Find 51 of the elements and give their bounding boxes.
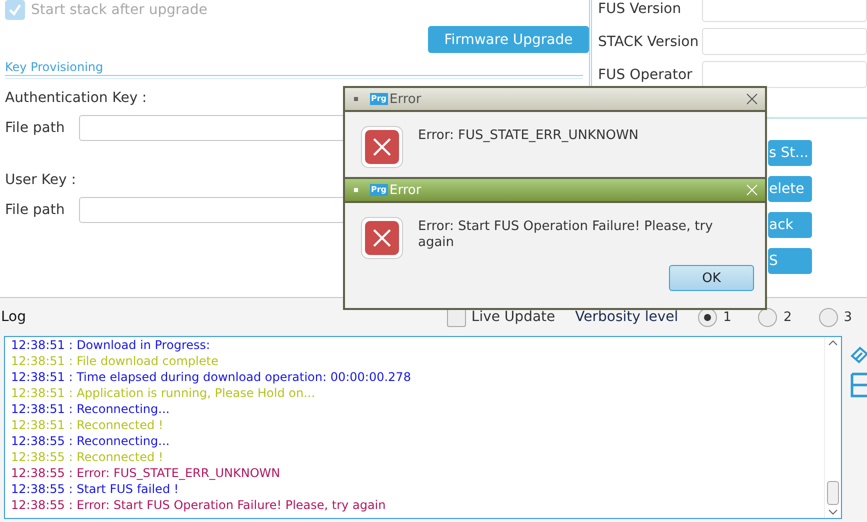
log-line: 12:38:51 : Reconnected ! bbox=[11, 417, 164, 433]
action-button[interactable]: S bbox=[768, 248, 812, 274]
log-line: 12:38:55 : Error: FUS_STATE_ERR_UNKNOWN bbox=[11, 465, 282, 481]
log-line: 12:38:51 : File download complete bbox=[11, 353, 220, 369]
log-line: 12:38:51 : Reconnecting... bbox=[11, 401, 171, 417]
checkmark-icon bbox=[7, 2, 23, 18]
ok-button[interactable]: OK bbox=[669, 265, 754, 291]
input-field[interactable] bbox=[702, 28, 867, 55]
field-label: File path bbox=[5, 202, 66, 218]
action-button[interactable]: ack bbox=[768, 212, 812, 238]
app-badge-icon: Prg bbox=[370, 93, 388, 105]
field-label: STACK Version bbox=[598, 34, 700, 50]
input-field[interactable] bbox=[702, 61, 867, 88]
log-title: Log bbox=[1, 309, 26, 325]
field-label: FUS Version bbox=[598, 0, 682, 16]
dialog-title: Error bbox=[390, 92, 422, 106]
scroll-up-icon[interactable] bbox=[828, 340, 838, 346]
log-line: 12:38:51 : Time elapsed during download operation: 00:00:00.278 bbox=[11, 369, 412, 385]
radio-label: 1 bbox=[723, 310, 732, 324]
action-button[interactable]: elete bbox=[768, 176, 812, 202]
key-label: User Key : bbox=[5, 172, 76, 190]
scroll-down-icon[interactable] bbox=[828, 509, 838, 515]
error-icon bbox=[361, 126, 403, 168]
section-title: Key Provisioning bbox=[5, 60, 104, 74]
log-line: 12:38:55 : Reconnecting... bbox=[11, 433, 171, 449]
log-line: 12:38:55 : Error: Start FUS Operation Failure! Please, try again bbox=[11, 497, 387, 513]
key-label: Authentication Key : bbox=[5, 90, 147, 108]
log-line: 12:38:55 : Reconnected ! bbox=[11, 449, 164, 465]
checkbox-label: Start stack after upgrade bbox=[31, 2, 208, 18]
radio-button[interactable] bbox=[818, 308, 838, 326]
app-badge-icon: Prg bbox=[370, 184, 388, 196]
scrollbar-thumb[interactable] bbox=[827, 481, 839, 505]
error-message: Error: Start FUS Operation Failure! Please, try again bbox=[418, 219, 714, 252]
action-button[interactable]: s St... bbox=[768, 140, 812, 166]
input-field[interactable] bbox=[702, 0, 867, 22]
radio-label: 3 bbox=[844, 310, 852, 324]
field-label: FUS Operator bbox=[598, 66, 694, 82]
verbosity-label: Verbosity level bbox=[575, 309, 678, 325]
dialog-title: Error bbox=[390, 182, 422, 198]
error-icon bbox=[361, 217, 403, 259]
log-line: 12:38:51 : Application is running, Please Hold on... bbox=[11, 385, 316, 401]
log-line: 12:38:51 : Download in Progress: bbox=[11, 337, 212, 353]
close-icon[interactable] bbox=[746, 93, 758, 105]
error-message: Error: FUS_STATE_ERR_UNKNOWN bbox=[418, 128, 640, 145]
radio-label: 2 bbox=[783, 310, 792, 324]
log-line: 12:38:55 : Start FUS failed ! bbox=[11, 481, 180, 497]
radio-button[interactable] bbox=[758, 308, 778, 326]
checkbox-label: Live Update bbox=[471, 309, 556, 325]
field-label: File path bbox=[5, 120, 66, 136]
firmware-upgrade-button[interactable]: Firmware Upgrade bbox=[428, 26, 589, 53]
scrollbar[interactable] bbox=[824, 337, 841, 518]
